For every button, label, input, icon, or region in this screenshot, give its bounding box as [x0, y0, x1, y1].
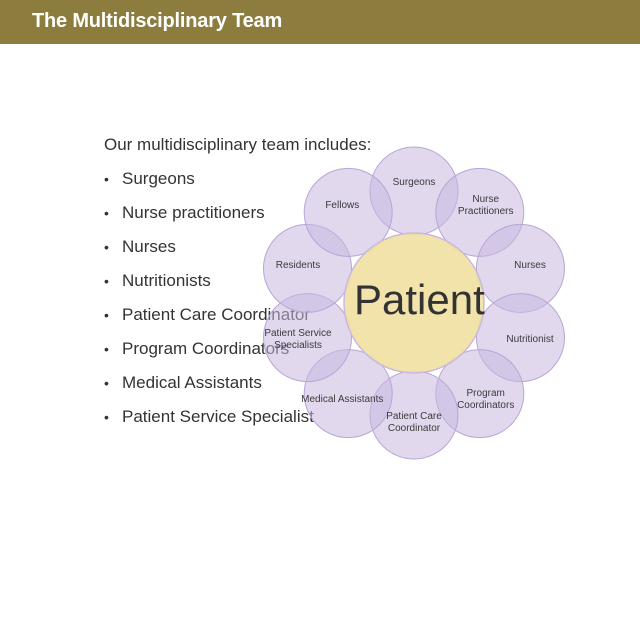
bullet-icon: •: [104, 171, 109, 187]
petal-label: Patient Service Specialists: [264, 328, 332, 352]
list-item-label: Medical Assistants: [122, 373, 262, 392]
page-title: The Multidisciplinary Team: [32, 10, 283, 32]
bullet-icon: •: [104, 307, 109, 323]
bullet-icon: •: [104, 375, 109, 391]
list-item: • Surgeons: [104, 168, 314, 202]
bullet-icon: •: [104, 341, 109, 357]
bullet-icon: •: [104, 273, 109, 289]
petal-label: Nutritionist: [506, 334, 554, 346]
petal-label: Program Coordinators: [457, 388, 515, 412]
petal-label: Residents: [275, 259, 321, 271]
team-diagram: [263, 146, 565, 460]
petal-label: Patient Care Coordinator: [386, 411, 442, 434]
petal-label: Nurse Practitioners: [457, 193, 514, 217]
list-item-label: Surgeons: [122, 169, 195, 188]
list-item-label: Patient Care Coordinator: [122, 305, 311, 324]
list-item-label: Nurses: [122, 237, 176, 256]
petal-circle: [369, 146, 459, 236]
bullet-icon: •: [104, 205, 109, 221]
team-list: • Surgeons • Nurse practitioners • Nurses •…: [104, 168, 314, 440]
list-item: • Nutritionists: [104, 270, 314, 304]
list-item: • Medical Assistants: [104, 372, 314, 406]
bullet-icon: •: [104, 409, 109, 425]
title-bar: The Multidisciplinary Team: [0, 0, 640, 44]
list-item-label: Patient Service Specialist: [122, 407, 314, 426]
list-item-label: Nurse practitioners: [122, 203, 265, 222]
petal-label: Medical Assistants: [301, 394, 384, 406]
list-item: • Patient Service Specialist: [104, 406, 314, 440]
list-item-label: Nutritionists: [122, 271, 211, 290]
list-item: • Nurse practitioners: [104, 202, 314, 236]
patient-center-label: Patient: [354, 276, 485, 323]
intro-text: Our multidisciplinary team includes:: [104, 135, 372, 154]
bullet-icon: •: [104, 239, 109, 255]
petal-label: Nurses: [514, 259, 546, 271]
petal-label: Surgeons: [392, 177, 436, 188]
petal-label: Fellows: [325, 199, 360, 211]
